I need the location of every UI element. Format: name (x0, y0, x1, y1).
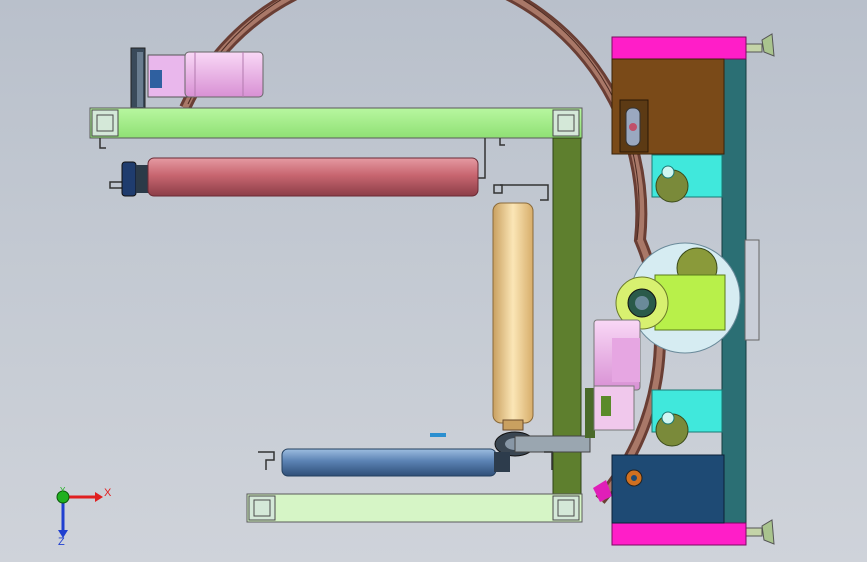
frame-beam-bottom[interactable] (246, 493, 583, 523)
idler-gears[interactable] (615, 154, 741, 447)
cad-viewport[interactable]: X Z Y (0, 0, 867, 562)
roller-yellow[interactable] (430, 202, 534, 437)
y-axis-label: Y (60, 486, 66, 495)
roller-blue[interactable] (258, 448, 553, 477)
drive-housing-brown[interactable] (611, 58, 725, 155)
x-axis-label: X (104, 487, 112, 499)
stepper-motor-top[interactable] (130, 47, 264, 111)
gear-motor-pink[interactable] (593, 319, 641, 431)
drive-housing-navy[interactable] (611, 454, 725, 524)
axis-triad: X Z Y (56, 486, 112, 548)
z-axis-label: Z (58, 536, 65, 548)
roller-red[interactable] (109, 157, 479, 197)
